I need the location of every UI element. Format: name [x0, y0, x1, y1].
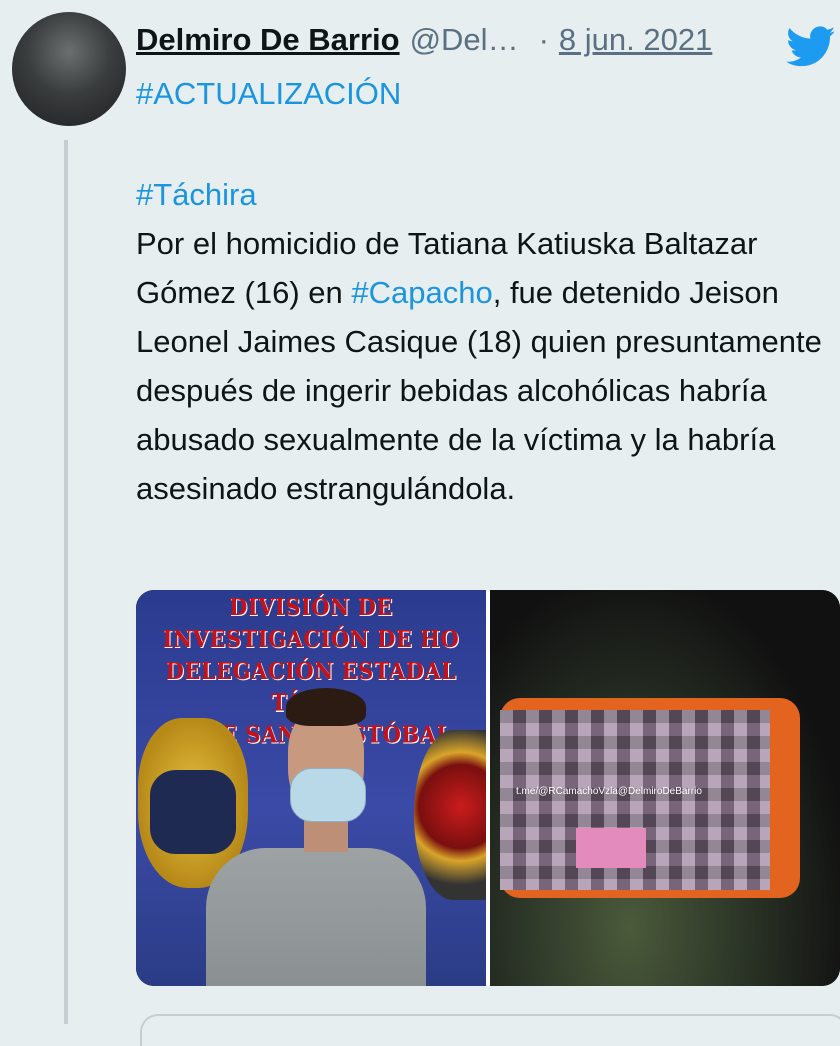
photo-watermark: t.me/@RCamachoVzla@DelmiroDeBarrio [516, 786, 702, 797]
tweet-date[interactable]: 8 jun. 2021 [559, 22, 712, 58]
author-avatar[interactable] [12, 12, 126, 126]
author-name[interactable]: Delmiro De Barrio [136, 22, 400, 58]
separator-dot: · [538, 22, 549, 57]
hashtag-tachira[interactable]: #Táchira [136, 177, 257, 212]
next-tweet-card-edge [140, 1014, 840, 1046]
tweet-text: #Táchira Por el homicidio de Tatiana Kat… [136, 170, 836, 513]
hashtag-capacho[interactable]: #Capacho [351, 275, 492, 310]
media-photo-pixelated[interactable]: t.me/@RCamachoVzla@DelmiroDeBarrio [490, 590, 840, 986]
media-photo-suspect[interactable]: DIVISIÓN DE INVESTIGACIÓN DE HO DELEGACI… [136, 590, 486, 986]
twitter-bird-icon[interactable] [786, 26, 836, 68]
person-figure [206, 688, 426, 986]
thread-line [64, 140, 68, 1024]
face-mask [290, 768, 366, 822]
banner-line-1: DIVISIÓN DE INVESTIGACIÓN DE HO [162, 592, 460, 653]
hashtag-actualizacion[interactable]: #ACTUALIZACIÓN [136, 76, 401, 112]
tweet-media[interactable]: DIVISIÓN DE INVESTIGACIÓN DE HO DELEGACI… [136, 590, 840, 986]
tweet-header: Delmiro De Barrio @Del… · 8 jun. 2021 [136, 18, 836, 67]
author-handle[interactable]: @Del… [410, 22, 519, 58]
pixelated-pink-area [576, 828, 646, 868]
